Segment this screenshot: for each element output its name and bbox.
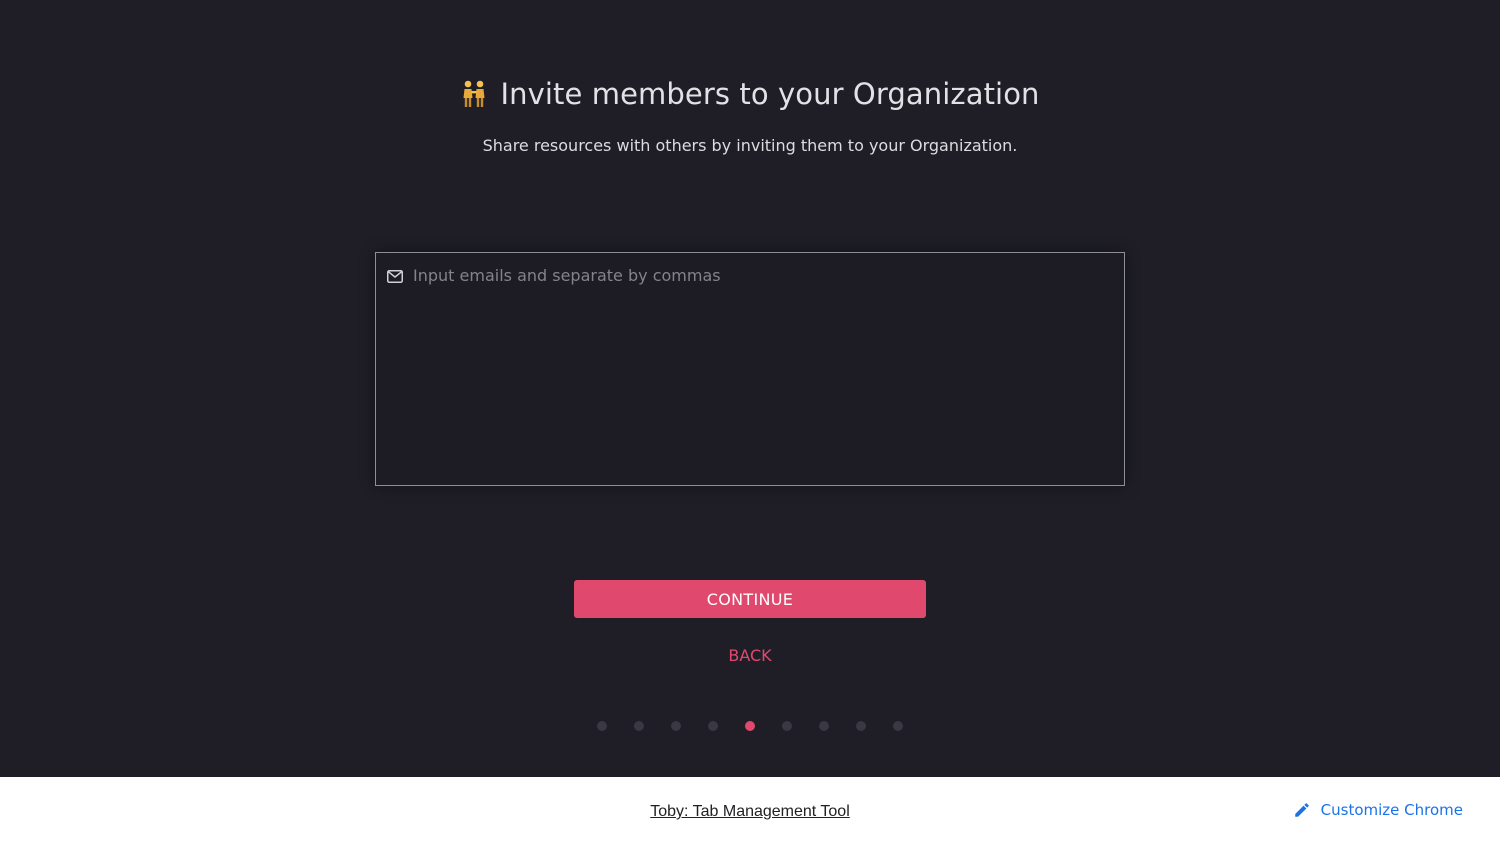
step-dot[interactable] [856,721,866,731]
continue-button[interactable]: CONTINUE [574,580,926,618]
step-dot[interactable] [893,721,903,731]
mail-icon [387,270,403,283]
people-holding-hands-icon [463,80,485,107]
step-dot[interactable] [819,721,829,731]
step-dot-active[interactable] [745,721,755,731]
onboarding-screen: Invite members to your Organization Shar… [0,0,1500,777]
email-invite-box[interactable] [375,252,1125,486]
pencil-icon [1294,803,1309,817]
step-dot[interactable] [671,721,681,731]
step-dot[interactable] [782,721,792,731]
chrome-footer: Toby: Tab Management Tool Customize Chro… [0,777,1500,844]
toby-extension-link[interactable]: Toby: Tab Management Tool [650,803,850,820]
page-header: Invite members to your Organization [0,72,1500,116]
page-title: Invite members to your Organization [500,77,1040,111]
back-button[interactable]: BACK [700,643,800,667]
step-indicator [0,720,1500,732]
customize-chrome-button[interactable]: Customize Chrome [1293,801,1463,819]
page-subtitle: Share resources with others by inviting … [482,136,1018,155]
step-dot[interactable] [708,721,718,731]
step-dot[interactable] [597,721,607,731]
customize-chrome-label: Customize Chrome [1320,801,1463,819]
email-input[interactable] [413,263,1113,475]
step-dot[interactable] [634,721,644,731]
